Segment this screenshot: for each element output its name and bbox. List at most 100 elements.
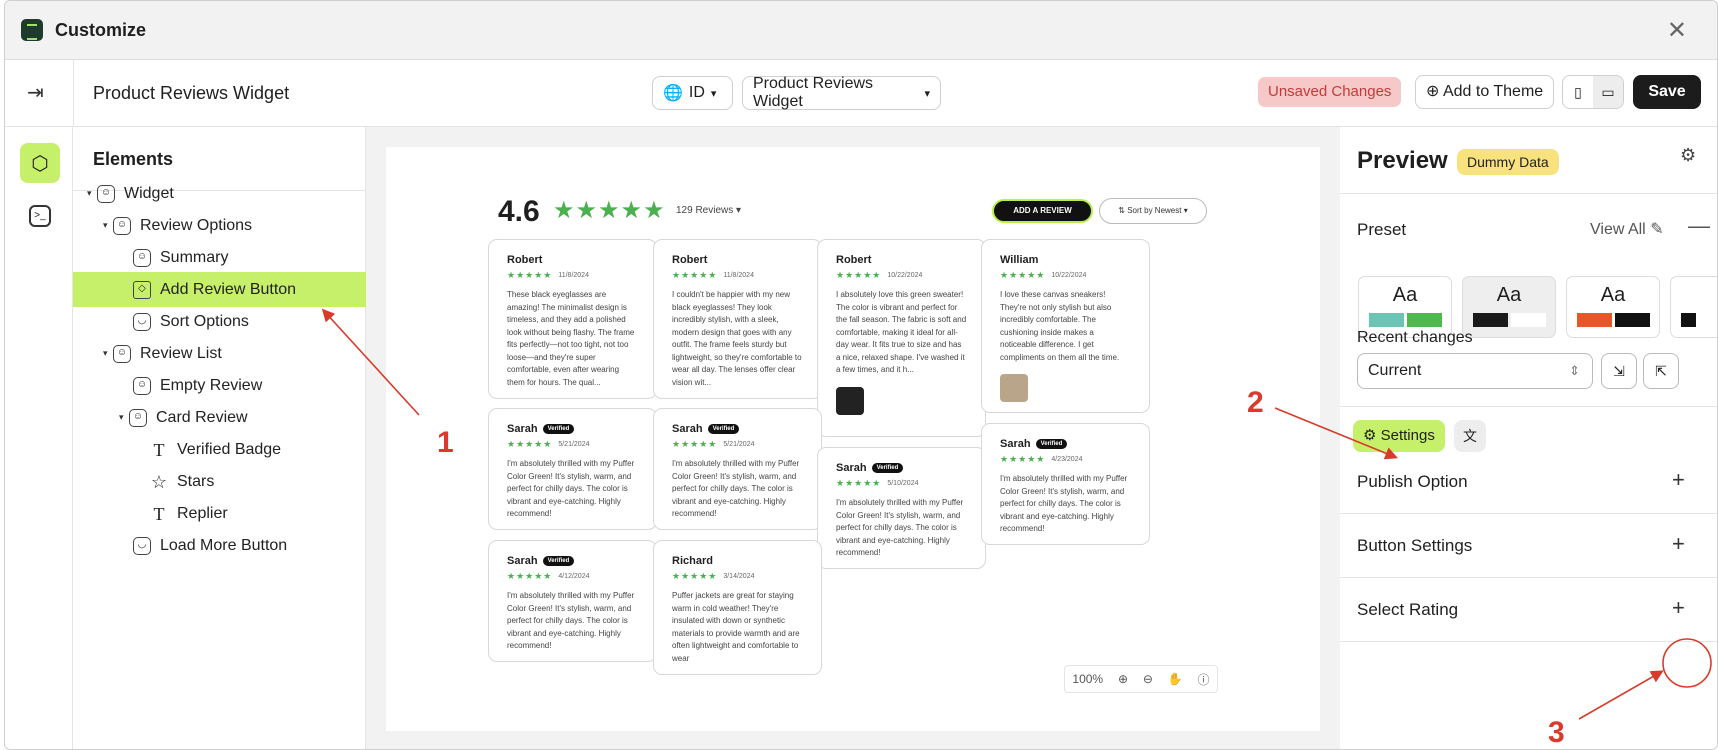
page-name: Product Reviews Widget: [93, 83, 290, 103]
tree-item-add-review-button[interactable]: ◇ Add Review Button: [73, 272, 366, 307]
panel-title: Preview: [1357, 147, 1448, 174]
annotation-label: 2: [1247, 386, 1264, 419]
review-count[interactable]: 129 Reviews ▾: [676, 205, 741, 216]
widget-icon: ☺: [129, 408, 147, 427]
widget-icon: ☺: [133, 376, 151, 395]
title-bar: Customize ✕: [5, 1, 1717, 60]
recent-changes-select[interactable]: Current ⇕: [1357, 353, 1593, 389]
terminal-icon[interactable]: >_: [29, 205, 51, 227]
text-icon: T: [153, 503, 165, 524]
widget-icon: ☺: [113, 216, 131, 235]
tree-item-review-list[interactable]: ▾ ☺ Review List: [73, 336, 366, 371]
chevron-down-icon: ▾: [710, 87, 717, 100]
review-card: Richard ★★★★★ 3/14/2024 Puffer jackets ar…: [653, 540, 822, 675]
preset-card[interactable]: [1670, 276, 1717, 338]
tree-item-sort-options[interactable]: ◡ Sort Options: [73, 304, 366, 339]
gear-icon[interactable]: ⚙: [1680, 145, 1696, 166]
add-review-button[interactable]: ADD A REVIEW: [992, 199, 1093, 223]
elements-panel: Elements ▾ ☺ Widget ▾ ☺ Review Options ☺ Summ…: [73, 127, 366, 749]
tree-item-widget[interactable]: ▾ ☺ Widget: [73, 176, 366, 211]
plus-icon[interactable]: +: [1672, 467, 1685, 493]
annotation-label: 1: [437, 426, 454, 459]
widget-icon: ☺: [133, 248, 151, 267]
widget-icon: ☺: [97, 184, 115, 203]
publish-option-section[interactable]: Publish Option: [1357, 472, 1468, 492]
widget-icon: ◡: [133, 536, 151, 555]
review-card: William ★★★★★ 10/22/2024 I love these can…: [981, 239, 1150, 413]
mobile-icon[interactable]: ▯: [1563, 76, 1593, 108]
edit-icon: ✎: [1650, 221, 1664, 238]
tree-item-stars[interactable]: ☆ Stars: [73, 464, 366, 499]
close-icon[interactable]: ✕: [1667, 16, 1687, 45]
unsaved-changes-badge: Unsaved Changes: [1258, 77, 1402, 107]
zoom-out-icon[interactable]: ⊖: [1143, 672, 1153, 686]
help-icon[interactable]: ⓘ: [1198, 671, 1210, 688]
widget-icon: ◡: [133, 312, 151, 331]
elements-heading: Elements: [93, 149, 174, 169]
zoom-in-icon[interactable]: ⊕: [1118, 672, 1128, 686]
rating-stars: ★★★★★: [553, 197, 666, 224]
add-to-theme-button[interactable]: ⊕ Add to Theme: [1415, 75, 1555, 109]
desktop-icon[interactable]: ▭: [1593, 76, 1623, 108]
exit-icon[interactable]: ⇥: [27, 80, 44, 105]
sort-select[interactable]: ⇅ Sort by Newest ▾: [1099, 198, 1207, 224]
review-card: Sarah Verified ★★★★★ 5/21/2024 I'm absolut…: [488, 408, 657, 530]
review-photo[interactable]: [836, 386, 864, 415]
preset-label: Preset: [1357, 220, 1407, 239]
plus-icon[interactable]: +: [1672, 595, 1685, 621]
tree-item-card-review[interactable]: ▾ ☺ Card Review: [73, 400, 366, 435]
toolbar: ⇥ Product Reviews Widget 🌐 ID ▾ Product …: [5, 60, 1717, 127]
language-select[interactable]: 🌐 ID ▾: [652, 76, 733, 110]
annotation-label: 3: [1548, 716, 1565, 749]
plus-icon[interactable]: +: [1672, 531, 1685, 557]
save-button[interactable]: Save: [1633, 75, 1701, 109]
widget-preview: 4.6 ★★★★★ 129 Reviews ▾ ADD A REVIEW ⇅ S…: [386, 147, 1320, 731]
export-icon[interactable]: ⇱: [1643, 353, 1679, 389]
translate-icon[interactable]: 文: [1454, 420, 1486, 452]
collapse-icon[interactable]: —: [1688, 213, 1710, 239]
chevron-down-icon: ▾: [924, 87, 930, 100]
tree-item-verified-badge[interactable]: T Verified Badge: [73, 432, 366, 467]
plus-circle-icon: ⊕: [1426, 83, 1440, 100]
review-card: Sarah Verified ★★★★★ 5/10/2024 I'm absolut…: [817, 447, 986, 569]
tree-item-summary[interactable]: ☺ Summary: [73, 240, 366, 275]
review-card: Sarah Verified ★★★★★ 4/23/2024 I'm absolut…: [981, 423, 1150, 545]
review-photo[interactable]: [1000, 374, 1028, 402]
cube-icon: ◇: [133, 280, 151, 299]
device-toggle: ▯ ▭: [1562, 75, 1624, 109]
dummy-data-badge: Dummy Data: [1457, 149, 1559, 175]
customize-window: Customize ✕ ⇥ Product Reviews Widget 🌐 I…: [4, 0, 1718, 750]
tree-item-review-options[interactable]: ▾ ☺ Review Options: [73, 208, 366, 243]
preview-panel: Preview Dummy Data ⚙ Preset View All ✎ —…: [1340, 127, 1717, 749]
button-settings-section[interactable]: Button Settings: [1357, 536, 1472, 556]
preset-card[interactable]: Aa: [1462, 276, 1556, 338]
settings-icon: ⚙: [1363, 427, 1377, 444]
review-card: Robert ★★★★★ 11/8/2024 I couldn't be happ…: [653, 239, 822, 399]
hand-icon[interactable]: ✋: [1168, 672, 1183, 686]
window-title: Customize: [55, 20, 147, 40]
app-logo: [21, 19, 43, 41]
view-all-link[interactable]: View All ✎: [1590, 219, 1664, 239]
star-icon: ☆: [150, 471, 168, 492]
preset-card[interactable]: Aa: [1566, 276, 1660, 338]
average-rating: 4.6: [498, 195, 540, 228]
updown-icon: ⇕: [1569, 363, 1580, 378]
globe-icon: 🌐: [663, 85, 683, 102]
side-rail: ⬡ >_: [5, 127, 73, 749]
import-icon[interactable]: ⇲: [1601, 353, 1637, 389]
zoom-level: 100%: [1072, 672, 1104, 686]
tree-item-replier[interactable]: T Replier: [73, 496, 366, 531]
tab-settings[interactable]: ⚙ Settings: [1353, 420, 1445, 452]
review-card: Robert ★★★★★ 10/22/2024 I absolutely love…: [817, 239, 986, 437]
tree-item-empty-review[interactable]: ☺ Empty Review: [73, 368, 366, 403]
review-card: Robert ★★★★★ 11/8/2024 These black eyegla…: [488, 239, 657, 399]
tree-item-load-more-button[interactable]: ◡ Load More Button: [73, 528, 366, 563]
select-rating-section[interactable]: Select Rating: [1357, 600, 1458, 620]
widget-icon: ☺: [113, 344, 131, 363]
preview-canvas: 4.6 ★★★★★ 129 Reviews ▾ ADD A REVIEW ⇅ S…: [366, 127, 1340, 749]
template-select[interactable]: Product Reviews Widget ▾: [742, 75, 941, 110]
review-card: Sarah Verified ★★★★★ 5/21/2024 I'm absolut…: [653, 408, 822, 530]
zoom-controls: 100% ⊕ ⊖ ✋ ⓘ: [1064, 665, 1218, 693]
cube-icon[interactable]: ⬡: [20, 143, 60, 183]
review-card: Sarah Verified ★★★★★ 4/12/2024 I'm absolut…: [488, 540, 657, 662]
